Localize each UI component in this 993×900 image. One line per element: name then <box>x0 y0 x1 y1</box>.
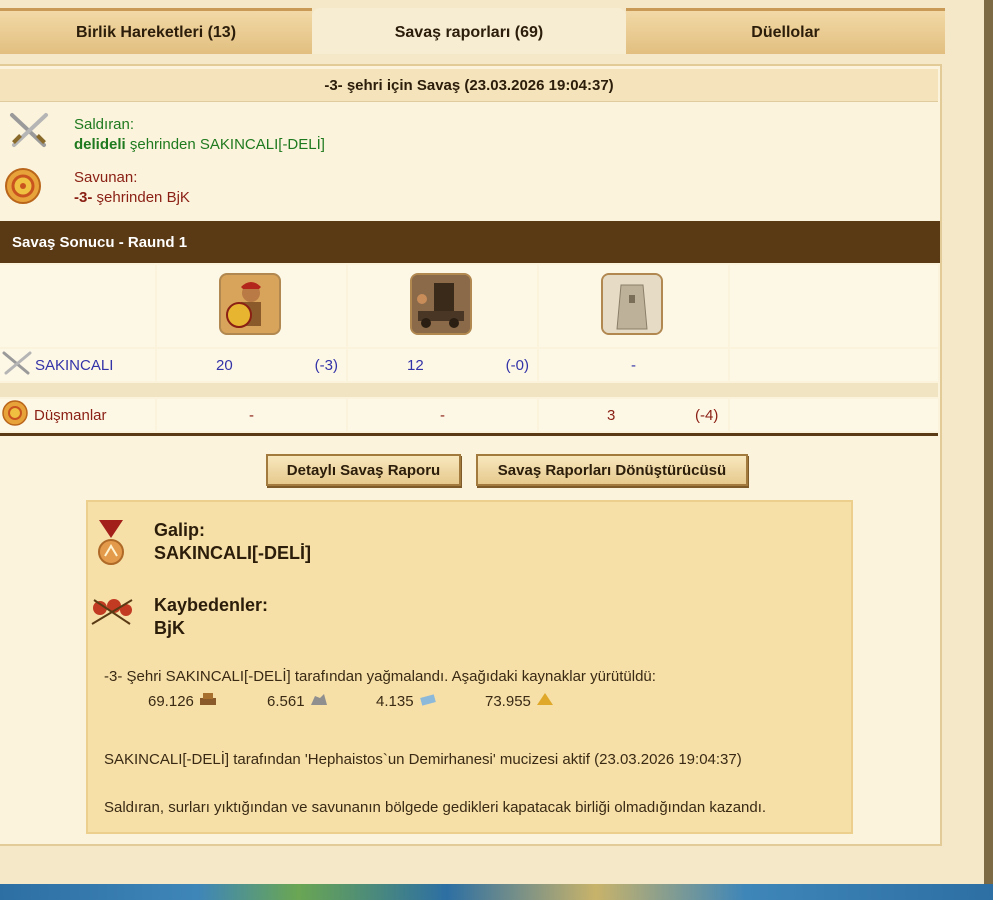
winner-name[interactable]: SAKINCALI[-DELİ] <box>154 542 311 564</box>
defender-text[interactable]: şehrinden BjK <box>97 189 190 206</box>
medal-icon <box>96 520 126 573</box>
defender-city[interactable]: -3- <box>74 189 92 206</box>
unit-cell <box>348 265 537 347</box>
defender-name: Düşmanlar <box>34 406 107 424</box>
report-title: -3- şehri için Savaş (23.03.2026 19:04:3… <box>0 69 938 102</box>
fallen-soldiers-icon <box>90 596 134 633</box>
tab-duels[interactable]: Düellolar <box>626 8 945 54</box>
unit-loss: (-4) <box>695 406 719 424</box>
divider <box>0 433 938 436</box>
attacker-text[interactable]: şehrinden SAKINCALI[-DELİ] <box>130 136 325 153</box>
attacker-info: Saldıran: delideli şehrinden SAKINCALI[-… <box>74 115 325 155</box>
shield-icon <box>4 167 42 210</box>
unit-cell <box>157 265 346 347</box>
detailed-report-button[interactable]: Detaylı Savaş Raporu <box>266 454 461 486</box>
wood-amount: 69.126 <box>148 692 194 710</box>
battle-result-header: Savaş Sonucu - Raund 1 <box>0 221 940 263</box>
stone-amount: 6.561 <box>267 692 305 710</box>
silver-amount: 4.135 <box>376 692 414 710</box>
tab-battle-reports[interactable]: Savaş raporları (69) <box>312 8 626 54</box>
wood-icon <box>199 692 217 710</box>
unit-loss: (-3) <box>314 356 338 374</box>
losers-label: Kaybedenler: <box>154 595 269 615</box>
attacker-label: Saldıran: <box>74 116 135 133</box>
battle-summary: Galip: SAKINCALI[-DELİ] Kaybedenler: BjK… <box>86 500 853 834</box>
resource-silver: 4.135 <box>376 692 437 710</box>
resource-favor: 73.955 <box>485 692 554 710</box>
game-map-background <box>0 884 993 900</box>
city-wall-icon[interactable] <box>601 273 663 335</box>
hoplite-icon[interactable] <box>219 273 281 335</box>
window-edge <box>984 0 993 900</box>
unit-count: 3 <box>607 406 616 424</box>
victory-text: Saldıran, surları yıktığından ve savunan… <box>104 799 767 816</box>
crossed-swords-icon <box>8 111 50 156</box>
resource-wood: 69.126 <box>148 692 217 710</box>
defender-label: Savunan: <box>74 169 138 186</box>
defender-info: Savunan: -3- şehrinden BjK <box>74 168 190 208</box>
unit-count: 20 <box>216 356 233 374</box>
crossed-swords-icon <box>2 351 32 379</box>
unit-cell <box>539 265 728 347</box>
silver-icon <box>419 692 437 710</box>
battle-report-panel: -3- şehri için Savaş (23.03.2026 19:04:3… <box>0 64 942 846</box>
tab-unit-movements[interactable]: Birlik Hareketleri (13) <box>0 8 312 54</box>
unit-loss: (-0) <box>505 356 529 374</box>
attacker-row: SAKINCALI 20 (-3) 12 (-0) - <box>0 349 938 381</box>
attacker-name[interactable]: SAKINCALI <box>35 357 113 374</box>
report-window: Birlik Hareketleri (13) Savaş raporları … <box>0 0 987 887</box>
unit-icons-row <box>0 265 938 347</box>
stone-icon <box>310 692 328 710</box>
catapult-icon[interactable] <box>410 273 472 335</box>
favor-amount: 73.955 <box>485 692 531 710</box>
winner-label: Galip: <box>154 520 206 540</box>
unit-count: - <box>249 406 254 424</box>
tab-bar: Birlik Hareketleri (13) Savaş raporları … <box>0 8 945 54</box>
unit-count: 12 <box>407 356 424 374</box>
report-converter-button[interactable]: Savaş Raporları Dönüştürücüsü <box>476 454 748 486</box>
shield-icon <box>2 400 28 430</box>
favor-icon <box>536 692 554 710</box>
attacker-city[interactable]: delideli <box>74 136 126 153</box>
resource-stone: 6.561 <box>267 692 328 710</box>
unit-count: - <box>631 356 636 374</box>
losers-name[interactable]: BjK <box>154 617 185 639</box>
miracle-text: SAKINCALI[-DELİ] tarafından 'Hephaistos`… <box>104 751 742 768</box>
plunder-text: -3- Şehri SAKINCALI[-DELİ] tarafından ya… <box>104 668 656 685</box>
defender-row: Düşmanlar - - 3 (-4) <box>0 399 938 431</box>
unit-count: - <box>440 406 445 424</box>
